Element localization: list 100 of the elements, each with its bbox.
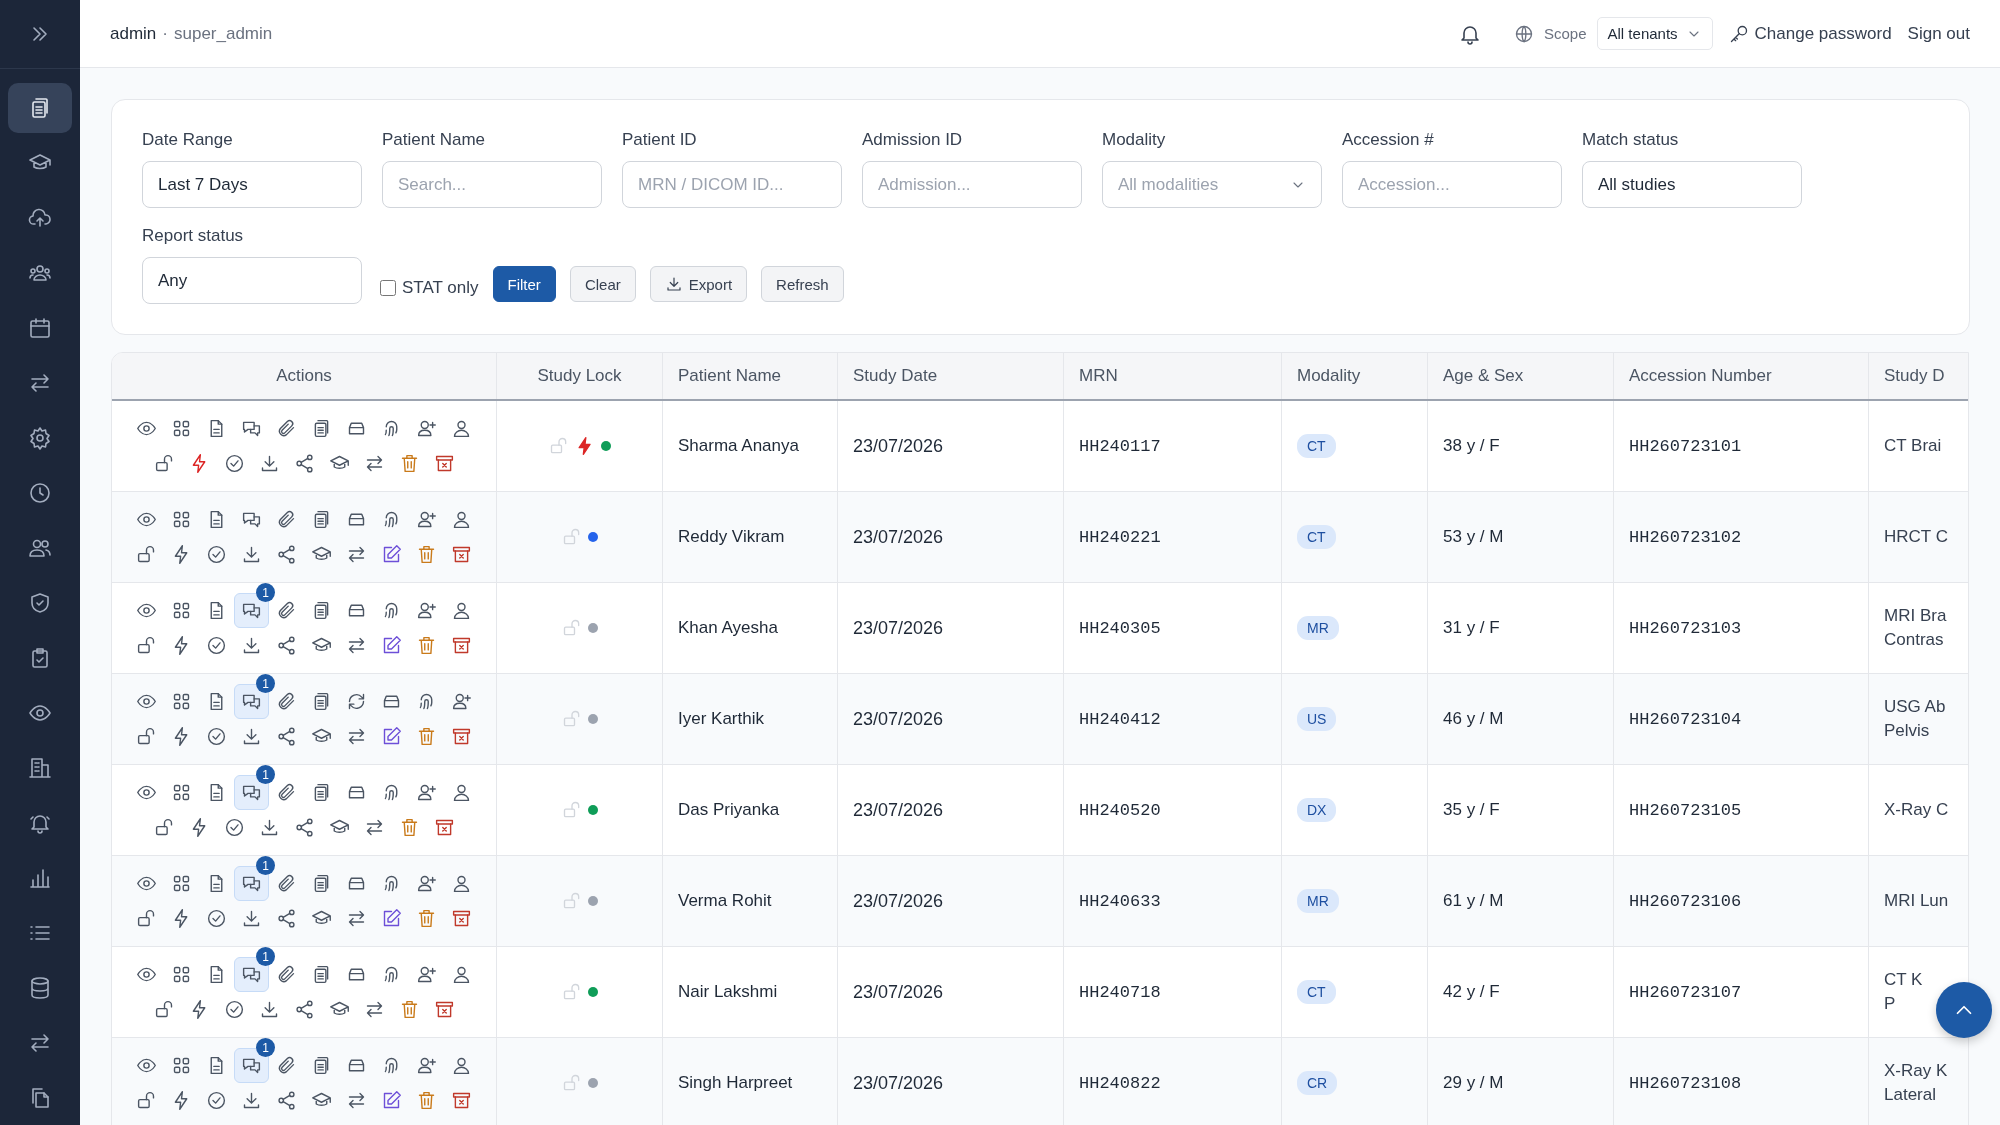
trash-icon[interactable] [416,635,437,656]
export-button[interactable]: Export [649,266,748,302]
user-icon[interactable] [451,964,472,985]
action-button[interactable]: Refresh [761,266,844,302]
user-icon[interactable] [451,600,472,621]
unlock-icon[interactable] [153,817,175,838]
delete-box-icon[interactable] [451,635,472,656]
edit-icon[interactable] [381,544,402,565]
swap-icon[interactable] [346,726,367,747]
check-circle-icon[interactable] [223,817,245,838]
user-icon[interactable] [451,418,472,439]
unlock-icon[interactable] [136,544,157,565]
delete-box-icon[interactable] [451,544,472,565]
check-circle-icon[interactable] [206,1090,227,1111]
check-circle-icon[interactable] [206,726,227,747]
user-plus-icon[interactable] [416,964,437,985]
unlock-icon[interactable] [153,453,175,474]
input-field[interactable]: Search... [382,161,602,208]
user-plus-icon[interactable] [416,1055,437,1076]
share-icon[interactable] [276,635,297,656]
share-icon[interactable] [276,726,297,747]
column-header[interactable]: Modality [1282,353,1428,399]
trash-icon[interactable] [416,908,437,929]
delete-box-icon[interactable] [451,908,472,929]
trash-icon[interactable] [416,1090,437,1111]
user-plus-icon[interactable] [451,691,472,712]
sidebar-item[interactable] [8,83,72,133]
grid-icon[interactable] [171,509,192,530]
unlock-icon[interactable] [136,726,157,747]
user-icon[interactable] [451,509,472,530]
user-icon[interactable] [451,782,472,803]
column-header[interactable]: MRN [1064,353,1282,399]
input-field[interactable]: Any [142,257,362,304]
check-circle-icon[interactable] [206,635,227,656]
column-header[interactable]: Study Lock [497,353,663,399]
check-circle-icon[interactable] [206,544,227,565]
input-field[interactable]: All studies [1582,161,1802,208]
column-header[interactable]: Study Date [838,353,1064,399]
paperclip-icon[interactable] [276,418,297,439]
grid-icon[interactable] [171,1055,192,1076]
user-plus-icon[interactable] [416,782,437,803]
share-icon[interactable] [276,544,297,565]
input-field[interactable]: Admission... [862,161,1082,208]
paperclip-icon[interactable] [276,509,297,530]
user-icon[interactable] [451,1055,472,1076]
grid-icon[interactable] [171,691,192,712]
edit-icon[interactable] [381,1090,402,1111]
column-header[interactable]: Accession Number [1614,353,1869,399]
paperclip-icon[interactable] [276,1055,297,1076]
sign-out-link[interactable]: Sign out [1907,23,1970,44]
column-header[interactable]: Study D [1869,353,1968,399]
download-icon[interactable] [241,635,262,656]
grid-icon[interactable] [171,964,192,985]
column-header[interactable]: Patient Name [663,353,838,399]
unlock-icon[interactable] [136,635,157,656]
unlock-icon[interactable] [153,999,175,1020]
share-icon[interactable] [276,1090,297,1111]
unlock-icon[interactable] [136,1090,157,1111]
edit-icon[interactable] [381,726,402,747]
swap-icon[interactable] [346,1090,367,1111]
delete-box-icon[interactable] [433,453,455,474]
grid-icon[interactable] [171,873,192,894]
edit-icon[interactable] [381,908,402,929]
delete-box-icon[interactable] [433,817,455,838]
user-plus-icon[interactable] [416,418,437,439]
user-plus-icon[interactable] [416,600,437,621]
user-plus-icon[interactable] [416,509,437,530]
paperclip-icon[interactable] [276,782,297,803]
column-header[interactable]: Actions [112,353,497,399]
grid-icon[interactable] [171,600,192,621]
scroll-top-button[interactable] [1936,982,1992,1038]
user-plus-icon[interactable] [416,873,437,894]
swap-icon[interactable] [346,635,367,656]
delete-box-icon[interactable] [433,999,455,1020]
paperclip-icon[interactable] [276,691,297,712]
paperclip-icon[interactable] [276,873,297,894]
check-circle-icon[interactable] [223,453,245,474]
input-field[interactable]: MRN / DICOM ID... [622,161,842,208]
share-icon[interactable] [293,999,315,1020]
stat-only-checkbox[interactable] [380,280,396,296]
grid-icon[interactable] [171,418,192,439]
download-icon[interactable] [241,544,262,565]
share-icon[interactable] [276,908,297,929]
change-password-link[interactable]: Change password [1728,23,1892,44]
swap-icon[interactable] [346,908,367,929]
trash-icon[interactable] [416,726,437,747]
user-icon[interactable] [451,873,472,894]
download-icon[interactable] [241,908,262,929]
check-circle-icon[interactable] [223,999,245,1020]
delete-box-icon[interactable] [451,1090,472,1111]
share-icon[interactable] [293,453,315,474]
grid-icon[interactable] [171,782,192,803]
unlock-icon[interactable] [136,908,157,929]
paperclip-icon[interactable] [276,964,297,985]
input-field[interactable]: Last 7 Days [142,161,362,208]
download-icon[interactable] [241,726,262,747]
check-circle-icon[interactable] [206,908,227,929]
input-field[interactable]: Accession... [1342,161,1562,208]
column-header[interactable]: Age & Sex [1428,353,1614,399]
edit-icon[interactable] [381,635,402,656]
